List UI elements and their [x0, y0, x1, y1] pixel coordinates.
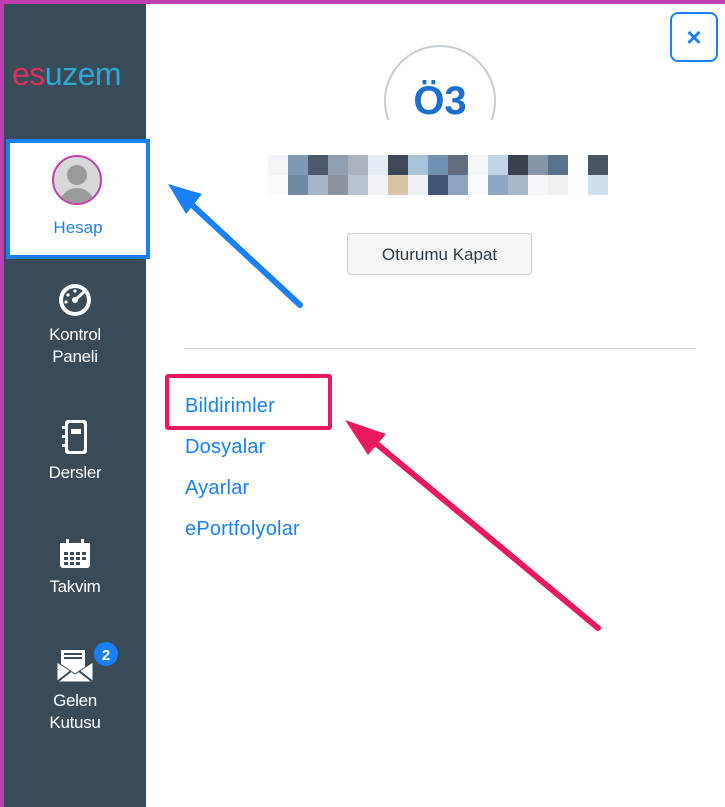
- annotation-arrows: [168, 184, 601, 631]
- pink-arrow-shaft: [369, 437, 601, 631]
- blue-arrow-shaft: [187, 200, 303, 308]
